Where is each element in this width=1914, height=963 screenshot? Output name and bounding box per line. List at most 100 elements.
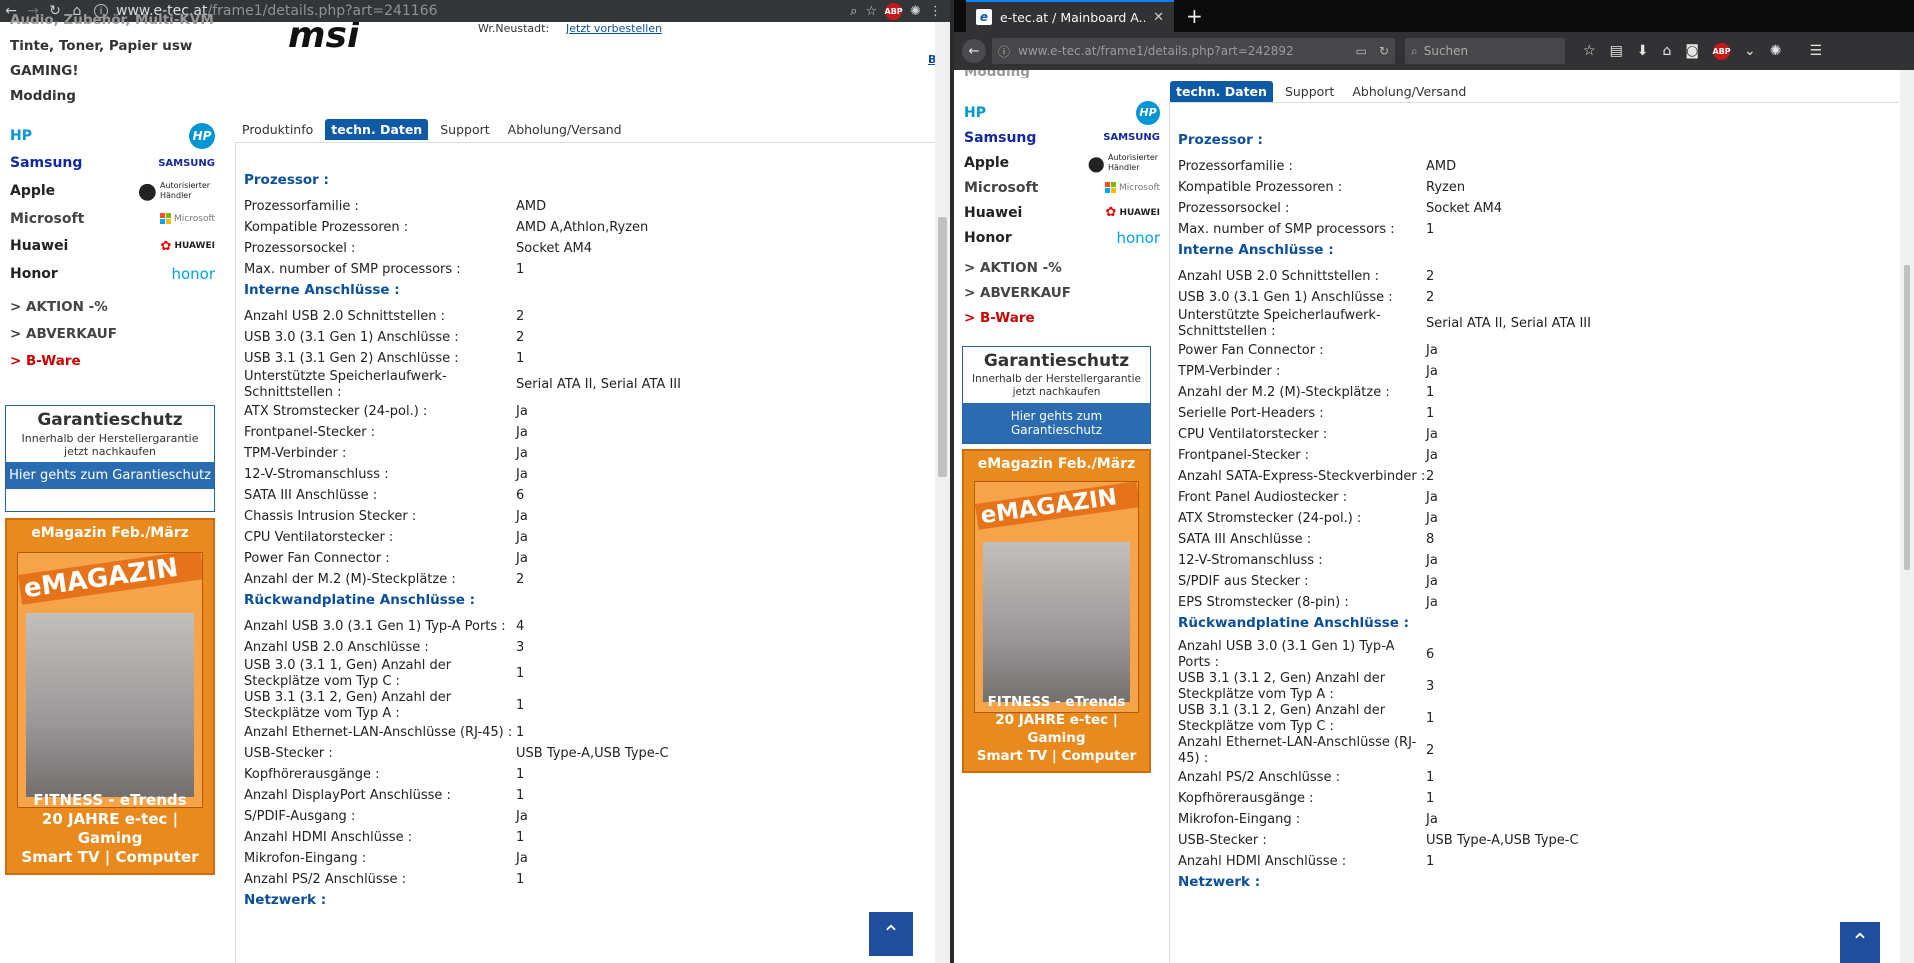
search-input[interactable]: ⌕ Suchen (1405, 38, 1565, 64)
promo-bware[interactable]: > B-Ware (964, 310, 1160, 335)
reload-icon[interactable]: ↻ (1379, 44, 1389, 58)
promo-bware[interactable]: > B-Ware (10, 353, 215, 380)
spec-value: Ja (1426, 489, 1438, 505)
spec-value: AMD (1426, 158, 1457, 174)
scroll-top-button[interactable]: ⌃ (1840, 922, 1880, 963)
promo-abverkauf[interactable]: > ABVERKAUF (964, 285, 1160, 310)
left-scrollbar-thumb[interactable] (938, 217, 947, 477)
brand-row-huawei[interactable]: Huawei ✿ HUAWEI (10, 232, 215, 260)
spec-label: Anzahl USB 3.0 (3.1 Gen 1) Typ-A Ports : (1178, 639, 1395, 670)
bookmark-star-icon[interactable]: ☆ (1583, 43, 1596, 59)
sidebar-link-modding[interactable]: Modding (10, 88, 215, 104)
spec-value: 3 (1426, 679, 1435, 694)
spec-row: SATA III Anschlüsse : 6 (244, 485, 934, 506)
adblock-icon[interactable]: ABP (885, 2, 903, 20)
garantie-banner[interactable]: Garantieschutz Innerhalb der Herstellerg… (962, 346, 1151, 444)
spec-value: Ja (516, 808, 528, 824)
zoom-icon[interactable]: ⌕ (850, 4, 857, 19)
extension-icon[interactable]: ✺ (910, 4, 921, 19)
reserve-link[interactable]: Jetzt vorbestellen (566, 22, 662, 34)
reader-view-icon[interactable]: ▭ (1356, 44, 1367, 58)
microsoft-logo-icon: Microsoft (1105, 182, 1160, 193)
brand-row-samsung[interactable]: Samsung SAMSUNG (10, 149, 215, 177)
brand-row-honor[interactable]: Honor honor (10, 260, 215, 287)
back-icon[interactable]: ← (962, 39, 986, 63)
download-icon[interactable]: ⬇ (1637, 43, 1649, 59)
spec-label: Anzahl USB 2.0 Anschlüsse : (244, 639, 429, 655)
spec-value: 6 (516, 487, 525, 503)
menu-icon[interactable]: ☰ (1809, 43, 1822, 59)
browser-tab[interactable]: e e-tec.at / Mainboard A... ✕ (966, 0, 1174, 32)
chevron-down-icon[interactable]: ⌄ (1744, 43, 1756, 59)
spec-value: Socket AM4 (516, 240, 593, 256)
brand-row-honor[interactable]: Honor honor (964, 225, 1160, 250)
spec-value: 1 (516, 724, 525, 740)
promo-aktion[interactable]: > AKTION -% (10, 299, 215, 326)
left-scrollbar[interactable] (935, 22, 950, 963)
brand-name-honor: Honor (10, 265, 58, 282)
tab-support[interactable]: Support (434, 119, 495, 140)
tab-techn-daten[interactable]: techn. Daten (1170, 81, 1273, 102)
emagazin-banner[interactable]: eMagazin Feb./März eMAGAZIN FITNESS - eT… (5, 518, 215, 875)
info-icon[interactable]: ⓘ (998, 43, 1010, 60)
right-scrollbar-thumb[interactable] (1904, 265, 1910, 570)
spec-row: Anzahl USB 2.0 Schnittstellen : 2 (1178, 266, 1898, 287)
pocket-icon[interactable]: ◙ (1685, 43, 1699, 59)
brand-row-hp[interactable]: HP HP (964, 100, 1160, 125)
scroll-top-button[interactable]: ⌃ (869, 912, 913, 956)
menu-icon[interactable]: ⋮ (929, 4, 942, 19)
spec-section-title: Rückwandplatine Anschlüsse : (1178, 615, 1410, 631)
spec-value: AMD (516, 198, 547, 214)
spec-row: Unterstützte Speicherlaufwerk-Schnittste… (244, 369, 934, 401)
bookmark-star-icon[interactable]: ☆ (865, 4, 877, 19)
spec-row: Power Fan Connector : Ja (244, 548, 934, 569)
tab-support[interactable]: Support (1279, 81, 1340, 102)
hp-logo-icon: HP (1136, 100, 1160, 125)
brand-row-apple[interactable]: Apple ● Autorisierter Händler (10, 177, 215, 205)
garantie-button[interactable]: Hier gehts zum Garantieschutz (963, 403, 1150, 443)
spec-section-title: Rückwandplatine Anschlüsse : (244, 592, 476, 608)
tab-techn-daten[interactable]: techn. Daten (325, 119, 429, 140)
library-icon[interactable]: ▤ (1610, 43, 1623, 59)
garantie-button[interactable]: Hier gehts zum Garantieschutz (6, 462, 214, 489)
brand-row-hp[interactable]: HP HP (10, 122, 215, 149)
address-bar[interactable]: ⓘ www.e-tec.at/frame1/details.php?art=24… (992, 38, 1395, 64)
right-scrollbar[interactable] (1900, 70, 1914, 963)
sidebar-link-tinte[interactable]: Tinte, Toner, Papier usw (10, 38, 215, 54)
spec-label: Chassis Intrusion Stecker : (244, 508, 417, 524)
brand-row-microsoft[interactable]: Microsoft Microsoft (964, 175, 1160, 200)
emagazin-banner[interactable]: eMagazin Feb./März eMAGAZIN FITNESS - eT… (962, 449, 1151, 773)
spec-row: USB-Stecker : USB Type-A,USB Type-C (244, 743, 934, 764)
garantie-banner[interactable]: Garantieschutz Innerhalb der Herstellerg… (5, 405, 215, 512)
left-browser-window: ← → ↻ ⌂ i www.e-tec.at/frame1/details.ph… (0, 0, 950, 963)
tab-abholung[interactable]: Abholung/Versand (502, 119, 628, 140)
spec-value: 1 (516, 871, 525, 887)
spec-row: TPM-Verbinder : Ja (244, 443, 934, 464)
spec-row: Anzahl HDMI Anschlüsse : 1 (244, 827, 934, 848)
sidebar-link-gaming[interactable]: GAMING! (10, 63, 215, 79)
brand-row-microsoft[interactable]: Microsoft Microsoft (10, 205, 215, 232)
extension-icon[interactable]: ✺ (1770, 43, 1782, 59)
close-tab-icon[interactable]: ✕ (1153, 10, 1164, 25)
brand-row-huawei[interactable]: Huawei ✿ HUAWEI (964, 200, 1160, 225)
promo-abverkauf[interactable]: > ABVERKAUF (10, 326, 215, 353)
sidebar-link-cut[interactable]: Modding (964, 70, 1160, 78)
spec-label: 12-V-Stromanschluss : (244, 466, 389, 482)
new-tab-icon[interactable]: + (1174, 0, 1203, 32)
adblock-icon[interactable]: ABP (1712, 42, 1731, 60)
spec-label: Max. number of SMP processors : (244, 261, 461, 277)
brand-name-honor: Honor (964, 229, 1012, 246)
hp-logo-icon: HP (189, 122, 215, 149)
tab-produktinfo[interactable]: Produktinfo (236, 119, 319, 140)
spec-row: Kompatible Prozessoren : AMD A,Athlon,Ryz… (244, 217, 934, 238)
garantie-subtitle: Innerhalb der Herstellergarantie jetzt n… (972, 373, 1141, 398)
spec-value: Ja (516, 403, 528, 419)
brand-row-samsung[interactable]: Samsung SAMSUNG (964, 125, 1160, 150)
tab-abholung[interactable]: Abholung/Versand (1346, 81, 1472, 102)
brand-row-apple[interactable]: Apple ● Autorisierter Händler (964, 150, 1160, 175)
home-icon[interactable]: ⌂ (1663, 43, 1672, 59)
promo-aktion[interactable]: > AKTION -% (964, 260, 1160, 285)
sidebar-link-cut[interactable]: Audio, Zubehör, Multi-KVM (10, 12, 215, 30)
spec-value: 1 (516, 698, 525, 713)
spec-value: 1 (516, 829, 525, 845)
